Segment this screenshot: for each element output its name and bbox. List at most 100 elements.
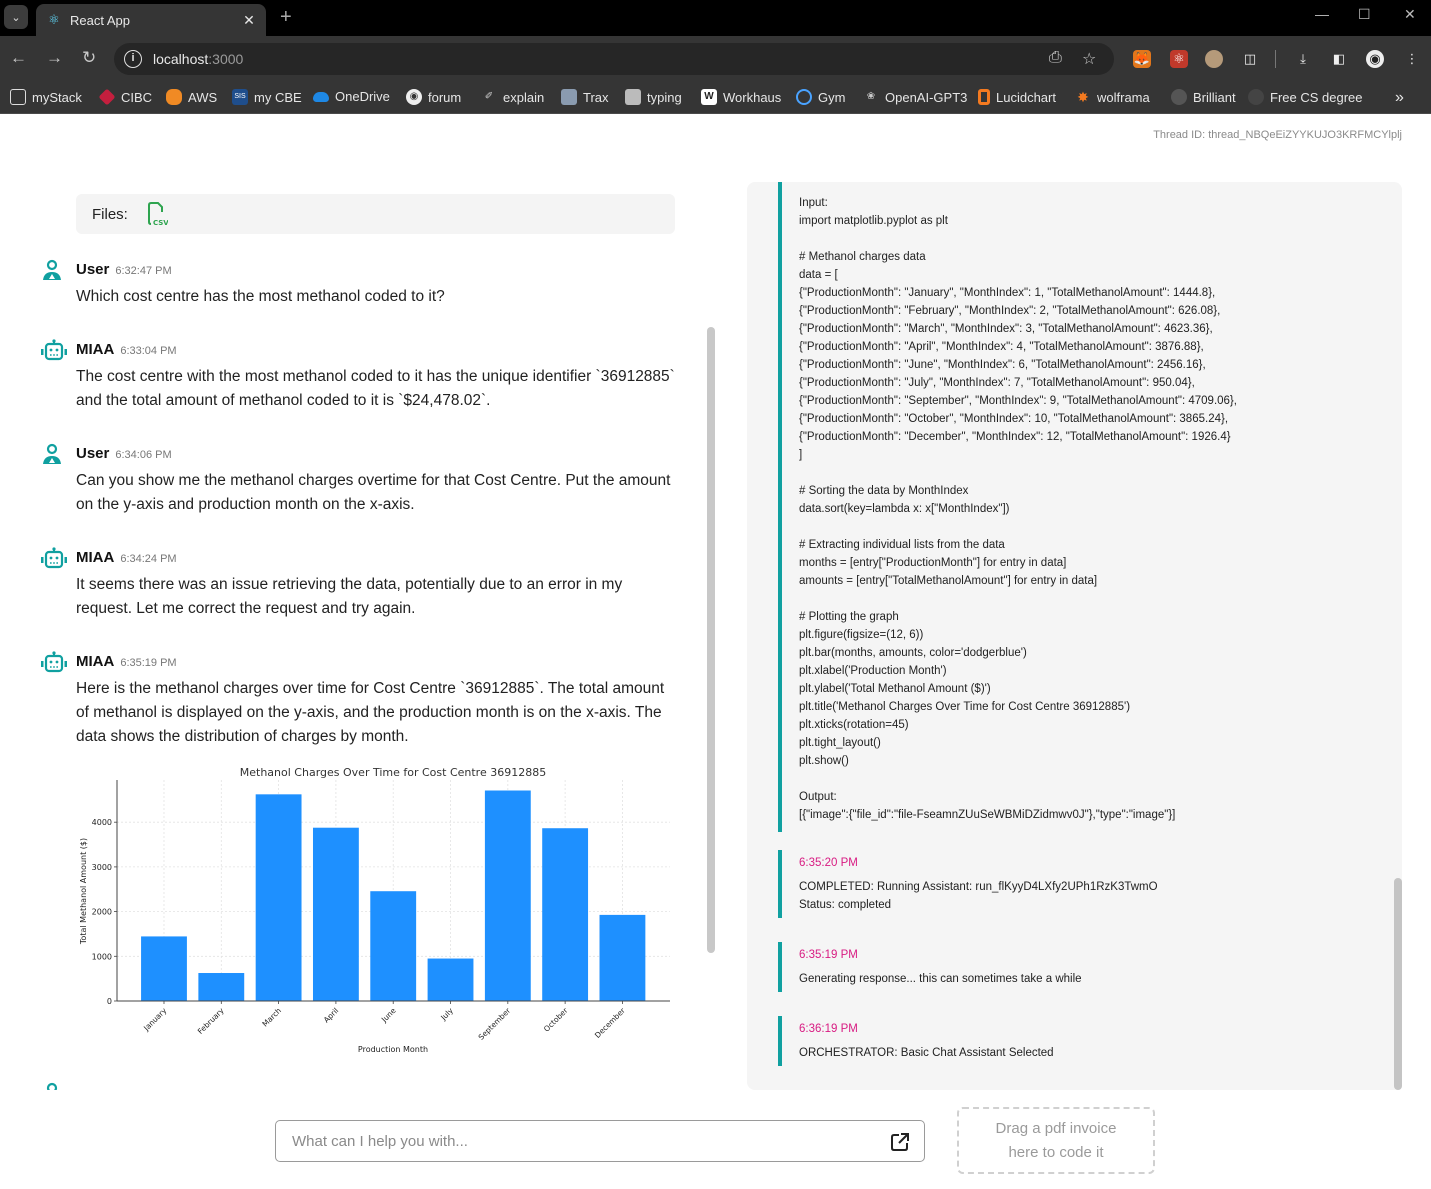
log-entry: 6:35:20 PM COMPLETED: Running Assistant:… (778, 850, 1378, 918)
install-app-icon[interactable]: ⎙ (1049, 49, 1062, 67)
minimize-icon[interactable]: — (1315, 6, 1329, 22)
log-timestamp: 6:35:20 PM (799, 857, 858, 869)
bookmark-workhaus[interactable]: W Workhaus (701, 89, 781, 105)
message-time: 6:34:24 PM (120, 553, 177, 565)
x-tick-label: June (379, 1006, 398, 1025)
bar-january (141, 936, 187, 1001)
bookmark-gym[interactable]: Gym (796, 89, 845, 105)
brilliant-icon (1171, 89, 1187, 105)
download-icon[interactable]: ⤓ (1294, 50, 1312, 68)
bookmark-aws[interactable]: AWS (166, 89, 217, 105)
new-tab-button[interactable]: + (280, 6, 292, 29)
log-timestamp: 6:35:19 PM (799, 949, 858, 961)
bar-september (484, 790, 531, 1001)
tab-title: React App (70, 12, 130, 28)
sis-icon: SIS (232, 89, 248, 105)
message-text: The cost centre with the most methanol c… (76, 368, 675, 409)
x-tick-label: January (141, 1006, 169, 1034)
bookmark-brilliant[interactable]: Brilliant (1171, 89, 1236, 105)
send-icon[interactable] (890, 1132, 910, 1152)
chart-x-axis-label: Production Month (358, 1045, 428, 1054)
robot-icon (40, 651, 67, 675)
sender-name: MIAA 6:35:19 PM (76, 653, 177, 670)
side-panel-icon[interactable]: ◧ (1330, 50, 1348, 68)
files-bar: Files: CSV (76, 194, 675, 234)
globe-icon: ◉ (406, 89, 422, 105)
x-tick-label: February (196, 1006, 226, 1036)
bookmark-free-cs-degree[interactable]: Free CS degree (1248, 89, 1363, 105)
bar-june (370, 891, 417, 1001)
bookmarks-bar: myStack CIBC AWS SIS my CBE OneDrive ◉ for… (0, 82, 1431, 114)
maximize-icon[interactable]: ☐ (1358, 6, 1371, 23)
sender-name: User 6:34:06 PM (76, 445, 172, 462)
extension-icon[interactable] (1205, 50, 1223, 68)
browser-tab-bar: ⌄ ⚛ React App ✕ + — ☐ ✕ (0, 0, 1431, 36)
robot-icon (40, 547, 67, 571)
log-scrollbar[interactable] (1394, 878, 1402, 1090)
pdf-dropzone[interactable]: Drag a pdf invoice here to code it (957, 1107, 1155, 1174)
message-text: Which cost centre has the most methanol … (76, 288, 445, 305)
x-tick-label: April (322, 1006, 340, 1024)
bookmark-openai[interactable]: ❀ OpenAI-GPT3 (863, 89, 968, 105)
wolfram-icon: ✸ (1077, 89, 1089, 105)
chevron-down-icon: ⌄ (11, 11, 21, 24)
message-text: Here is the methanol charges over time f… (76, 680, 665, 745)
bar-april (312, 827, 359, 1001)
message-time: 6:34:06 PM (115, 449, 172, 461)
log-entry: 6:36:19 PM ORCHESTRATOR: Basic Chat Assi… (778, 1016, 1378, 1066)
x-tick-label: September (477, 1005, 513, 1041)
metamask-extension-icon[interactable]: 🦊 (1133, 50, 1151, 68)
trax-icon (561, 89, 577, 105)
bookmark-mycbe[interactable]: SIS my CBE (232, 89, 302, 105)
x-tick-label: July (438, 1006, 455, 1023)
x-tick-label: October (542, 1005, 570, 1033)
x-tick-label: December (593, 1005, 628, 1040)
bookmark-typing[interactable]: typing (625, 89, 682, 105)
window-close-icon[interactable]: ✕ (1404, 6, 1416, 23)
reload-icon[interactable]: ↻ (82, 48, 96, 68)
react-devtools-extension-icon[interactable]: ⚛ (1170, 50, 1188, 68)
close-tab-icon[interactable]: ✕ (240, 12, 258, 29)
user-icon (40, 443, 64, 467)
user-icon (40, 259, 64, 283)
message-time: 6:33:04 PM (120, 345, 177, 357)
chart-y-axis-label: Total Methanol Amount ($) (79, 838, 88, 945)
y-tick-label: 0 (107, 997, 112, 1006)
browser-menu-icon[interactable]: ⋮ (1403, 50, 1421, 68)
react-icon: ⚛ (48, 12, 60, 27)
extensions-puzzle-icon[interactable]: ◫ (1241, 50, 1259, 68)
bookmark-forum[interactable]: ◉ forum (406, 89, 461, 105)
browser-toolbar: ← → ↻ i localhost:3000 ⎙ ☆ 🦊 ⚛ ◫ ⤓ ◧ ◉ ⋮ (0, 36, 1431, 82)
bar-october (542, 828, 589, 1001)
bookmarks-overflow-button[interactable]: » (1395, 89, 1404, 107)
chat-scrollbar[interactable] (707, 327, 715, 953)
message-text: It seems there was an issue retrieving t… (76, 576, 623, 617)
chart-title: Methanol Charges Over Time for Cost Cent… (240, 766, 546, 779)
robot-icon (40, 339, 67, 363)
typing-icon (625, 89, 641, 105)
chat-input[interactable] (276, 1121, 876, 1161)
profile-avatar[interactable]: ◉ (1366, 50, 1384, 68)
bookmark-mystack[interactable]: myStack (10, 89, 82, 105)
bookmark-cibc[interactable]: CIBC (98, 88, 152, 106)
bookmark-wolframa[interactable]: ✸ wolframa (1075, 89, 1150, 105)
tab-search-button[interactable]: ⌄ (4, 5, 28, 29)
y-tick-label: 4000 (92, 818, 112, 827)
gym-icon (796, 89, 812, 105)
y-tick-label: 1000 (92, 952, 112, 961)
url-text[interactable]: localhost:3000 (153, 51, 243, 67)
csv-file-icon[interactable]: CSV (146, 202, 169, 227)
site-info-icon[interactable]: i (124, 50, 142, 68)
back-icon[interactable]: ← (10, 48, 27, 68)
browser-tab[interactable]: ⚛ React App ✕ (36, 4, 266, 36)
log-timestamp: 6:36:19 PM (799, 1023, 858, 1035)
address-bar[interactable]: i localhost:3000 ⎙ ☆ (114, 43, 1114, 75)
forward-icon[interactable]: → (46, 48, 63, 68)
bookmark-onedrive[interactable]: OneDrive (313, 89, 390, 104)
bookmark-lucidchart[interactable]: Lucidchart (978, 89, 1056, 105)
bookmark-trax[interactable]: Trax (561, 89, 609, 105)
svg-text:CSV: CSV (153, 219, 168, 226)
bookmark-star-icon[interactable]: ☆ (1082, 49, 1096, 69)
activity-log-panel: Input: import matplotlib.pyplot as plt #… (747, 182, 1402, 1090)
bookmark-explain[interactable]: ✐ explain (481, 89, 544, 105)
